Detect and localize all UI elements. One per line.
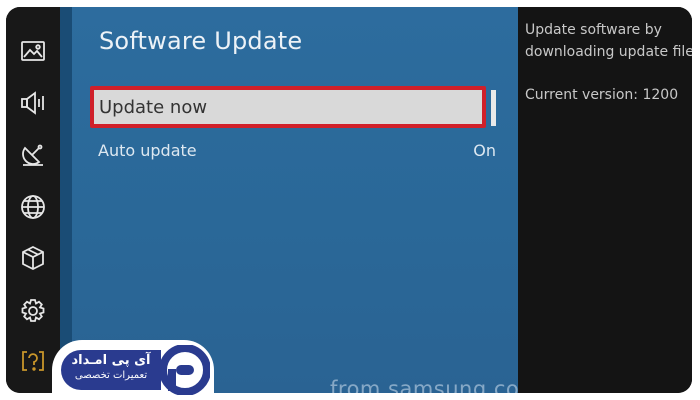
watermark-text: from samsung.com <box>330 377 541 393</box>
focus-marker <box>491 90 496 126</box>
logo-name: آی پی امـداد <box>71 353 151 368</box>
auto-update-toggle[interactable]: Auto update On <box>94 137 496 165</box>
settings-icon[interactable] <box>19 297 47 325</box>
sound-icon[interactable] <box>19 89 47 117</box>
settings-sidebar <box>6 7 60 393</box>
auto-update-label: Auto update <box>98 141 197 160</box>
update-now-label: Update now <box>99 97 208 118</box>
broadcast-icon[interactable] <box>19 140 47 168</box>
current-version: Current version: 1200 <box>525 87 679 103</box>
panel-edge <box>60 7 72 393</box>
brand-logo: آی پی امـداد تعمیرات تخصصی <box>52 340 214 396</box>
software-update-panel: Software Update Update now Auto update O… <box>72 7 540 393</box>
page-title: Software Update <box>99 27 303 55</box>
tv-settings-screen: Software Update Update now Auto update O… <box>6 7 692 393</box>
picture-icon[interactable] <box>19 37 47 65</box>
network-icon[interactable] <box>19 193 47 221</box>
info-description: Update software by downloading update fi… <box>525 22 692 60</box>
logo-tagline: تعمیرات تخصصی <box>74 370 148 381</box>
update-now-button[interactable]: Update now <box>90 86 486 128</box>
support-icon[interactable] <box>19 348 47 376</box>
logo-text-pill: آی پی امـداد تعمیرات تخصصی <box>61 350 161 390</box>
logo-mark-icon <box>160 345 210 395</box>
info-panel: Update software by downloading update fi… <box>518 7 692 393</box>
smart-hub-icon[interactable] <box>19 244 47 272</box>
auto-update-value: On <box>473 141 496 160</box>
